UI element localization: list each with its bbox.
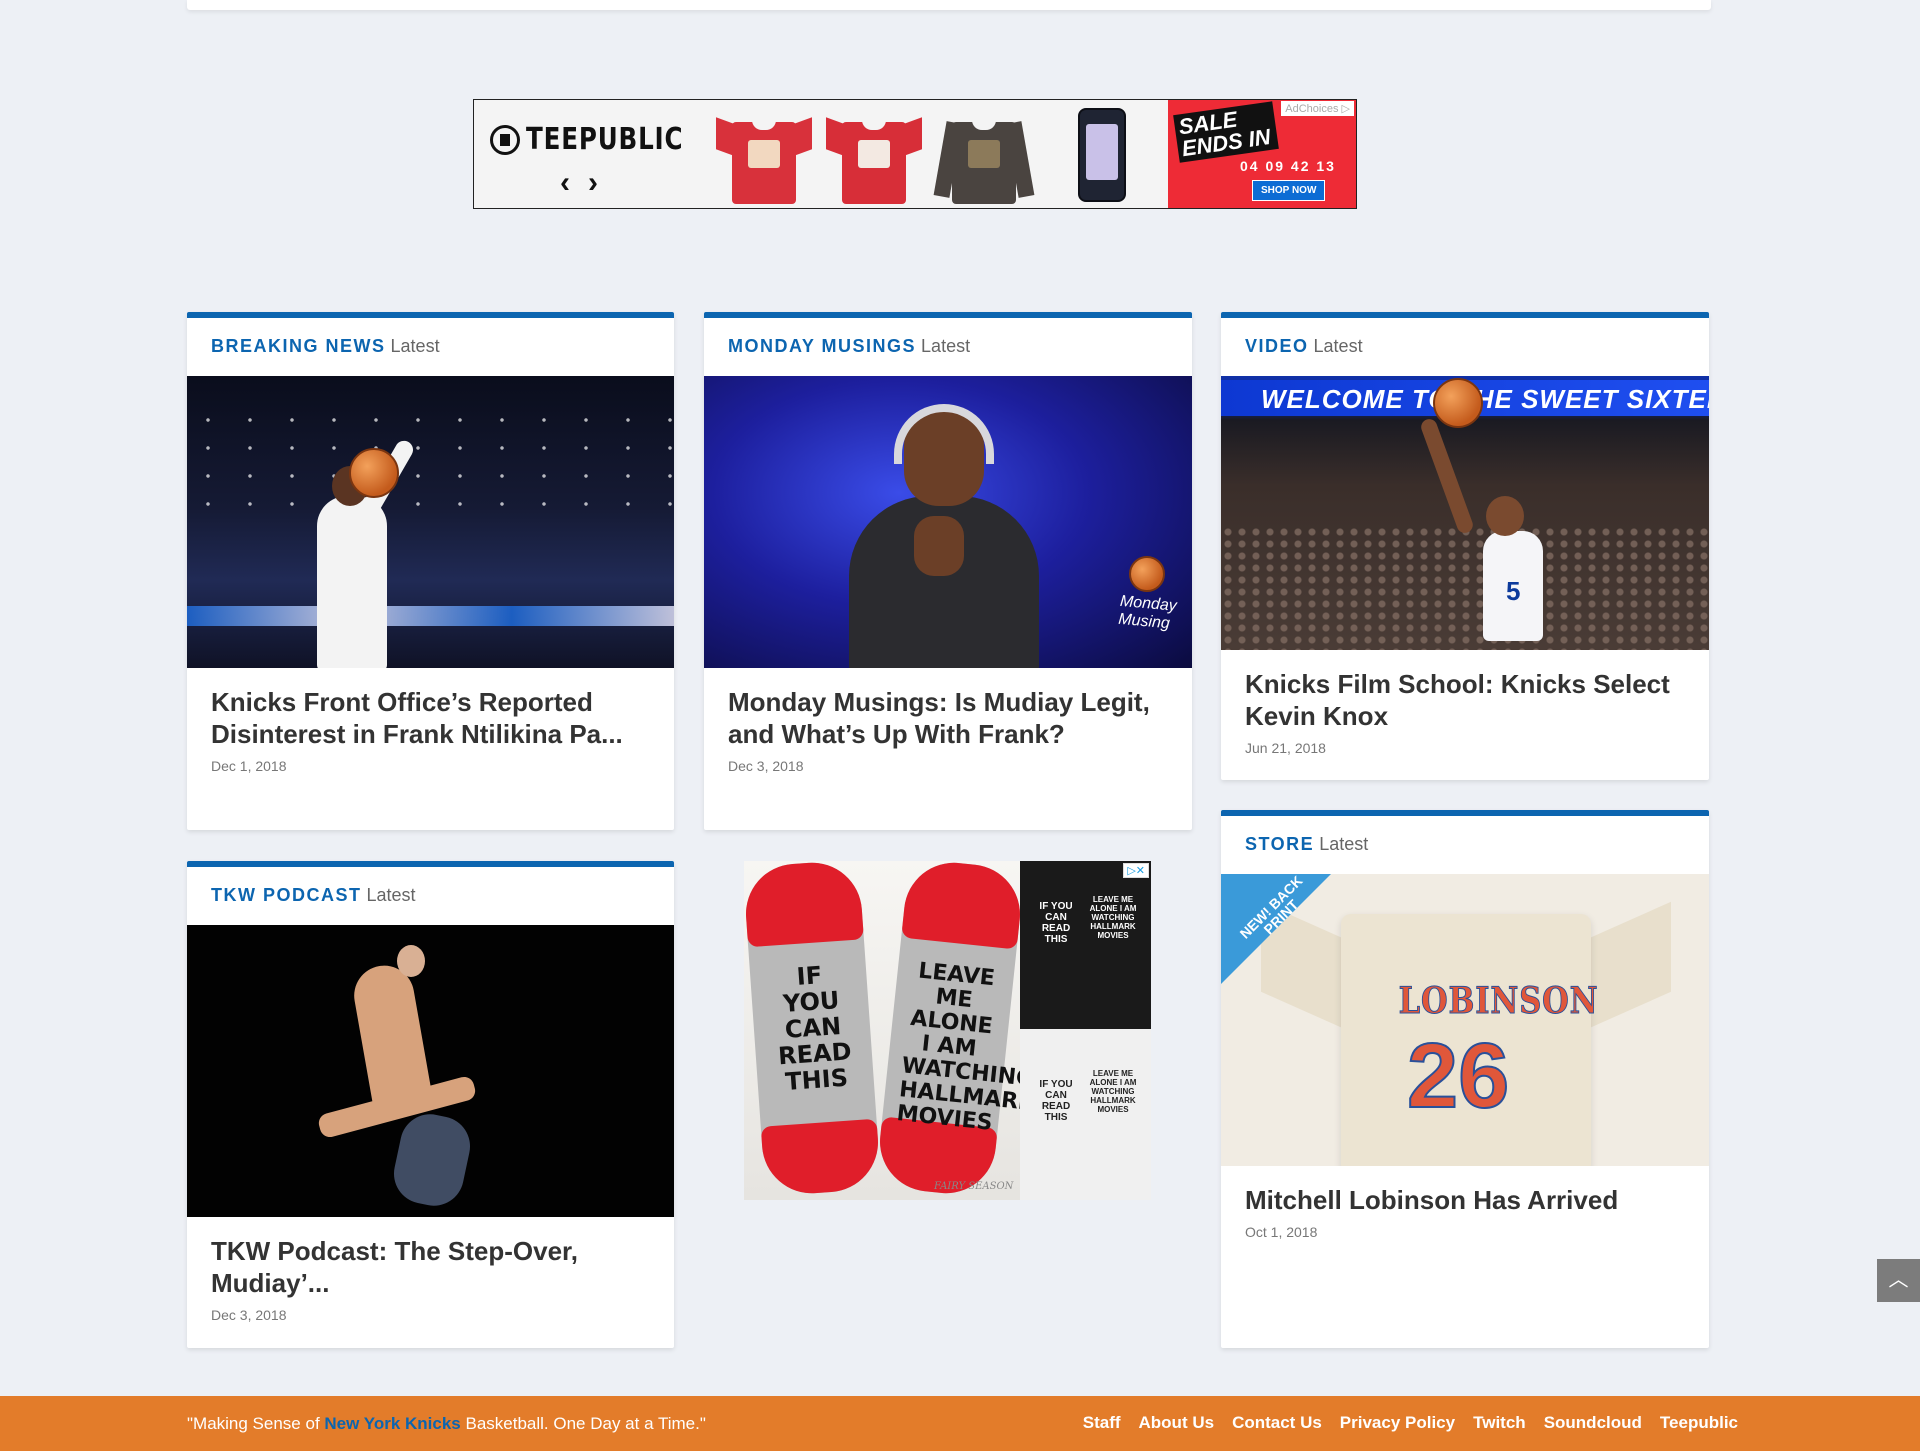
mini-sock-right-text-2: LEAVE ME ALONE I AM WATCHING HALLMARK MO… bbox=[1089, 1069, 1137, 1114]
card-date: Dec 3, 2018 bbox=[728, 758, 804, 774]
card-header: VIDEO Latest bbox=[1221, 318, 1709, 376]
store-card[interactable]: STORE Latest LOBINSON 26 NEW! BACK PRINT… bbox=[1221, 810, 1709, 1348]
sock-right-text: LEAVE ME ALONE I AM WATCHING HALLMARK MO… bbox=[895, 958, 1037, 1136]
teepublic-brand-text: TEEPUBLIC bbox=[526, 122, 684, 157]
card-category[interactable]: BREAKING NEWS bbox=[211, 336, 386, 356]
card-category[interactable]: MONDAY MUSINGS bbox=[728, 336, 916, 356]
breaking-news-card[interactable]: BREAKING NEWS Latest Knicks Front Office… bbox=[187, 312, 674, 830]
store-image[interactable]: LOBINSON 26 NEW! BACK PRINT bbox=[1221, 874, 1709, 1166]
sock-thumb-dark: IF YOU CAN READ THIS LEAVE ME ALONE I AM… bbox=[1020, 861, 1151, 1029]
card-title[interactable]: TKW Podcast: The Step-Over, Mudiay’... bbox=[187, 1217, 674, 1299]
video-image[interactable]: WELCOME TO THE SWEET SIXTEEN 5 bbox=[1221, 376, 1709, 650]
sock-display-ad[interactable]: IF YOU CAN READ THIS LEAVE ME ALONE I AM… bbox=[744, 861, 1151, 1200]
product-red-tshirt-2[interactable] bbox=[824, 110, 924, 205]
basketball-icon bbox=[1433, 378, 1483, 428]
card-title[interactable]: Knicks Front Office’s Reported Disintere… bbox=[187, 668, 674, 750]
card-category[interactable]: VIDEO bbox=[1245, 336, 1309, 356]
footer-link-staff[interactable]: Staff bbox=[1083, 1413, 1121, 1433]
tshirt-name: LOBINSON bbox=[1398, 980, 1599, 1023]
chevron-up-icon: ︿ bbox=[1888, 1269, 1909, 1291]
footer-link-about-us[interactable]: About Us bbox=[1139, 1413, 1215, 1433]
product-red-tshirt-1[interactable] bbox=[714, 110, 814, 205]
card-category[interactable]: TKW PODCAST bbox=[211, 885, 362, 905]
mini-sock-left-text: IF YOU CAN READ THIS bbox=[1039, 901, 1073, 945]
sale-countdown: 04 09 42 13 bbox=[1240, 158, 1336, 174]
sock-thumb-light: IF YOU CAN READ THIS LEAVE ME ALONE I AM… bbox=[1020, 1029, 1151, 1200]
basketball-icon bbox=[1129, 556, 1165, 592]
product-phone-case[interactable] bbox=[1078, 108, 1126, 202]
footer-nav: Staff About Us Contact Us Privacy Policy… bbox=[1083, 1413, 1738, 1433]
mini-sock-left-text-2: IF YOU CAN READ THIS bbox=[1039, 1079, 1073, 1123]
footer-knicks-link[interactable]: New York Knicks bbox=[324, 1414, 460, 1433]
card-title[interactable]: Knicks Film School: Knicks Select Kevin … bbox=[1221, 650, 1709, 732]
product-longsleeve-shirt[interactable] bbox=[933, 110, 1035, 205]
card-header: STORE Latest bbox=[1221, 816, 1709, 874]
mini-sock-right-text: LEAVE ME ALONE I AM WATCHING HALLMARK MO… bbox=[1089, 895, 1137, 940]
tkw-podcast-card[interactable]: TKW PODCAST Latest TKW Podcast: The Step… bbox=[187, 861, 674, 1348]
footer-link-soundcloud[interactable]: Soundcloud bbox=[1544, 1413, 1642, 1433]
back-to-top-button[interactable]: ︿ bbox=[1877, 1259, 1920, 1302]
tkw-podcast-image[interactable] bbox=[187, 925, 674, 1217]
teepublic-banner-ad[interactable]: TEEPUBLIC ‹ › SALE ENDS IN 04 09 42 13 S… bbox=[473, 99, 1357, 209]
footer-tagline-pre: "Making Sense of bbox=[187, 1414, 325, 1433]
adchoices-label[interactable]: AdChoices ▷ bbox=[1281, 101, 1354, 116]
jersey-number: 5 bbox=[1506, 576, 1521, 606]
card-title[interactable]: Monday Musings: Is Mudiay Legit, and Wha… bbox=[704, 668, 1192, 750]
breaking-news-image[interactable] bbox=[187, 376, 674, 668]
card-latest-label: Latest bbox=[1319, 834, 1369, 854]
card-title[interactable]: Mitchell Lobinson Has Arrived bbox=[1221, 1166, 1709, 1216]
card-header: MONDAY MUSINGS Latest bbox=[704, 318, 1192, 376]
basketball-icon bbox=[349, 448, 399, 498]
card-header: BREAKING NEWS Latest bbox=[187, 318, 674, 376]
chevron-left-icon[interactable]: ‹ bbox=[560, 166, 570, 200]
monday-musings-image[interactable]: Monday Musing bbox=[704, 376, 1192, 668]
video-card[interactable]: VIDEO Latest WELCOME TO THE SWEET SIXTEE… bbox=[1221, 312, 1709, 780]
card-latest-label: Latest bbox=[1313, 336, 1363, 356]
teepublic-logo[interactable]: TEEPUBLIC bbox=[490, 122, 718, 157]
shop-now-button[interactable]: SHOP NOW bbox=[1252, 180, 1326, 201]
teepublic-logo-icon bbox=[490, 124, 520, 155]
card-date: Jun 21, 2018 bbox=[1245, 740, 1326, 756]
card-category[interactable]: STORE bbox=[1245, 834, 1314, 854]
footer-tagline: "Making Sense of New York Knicks Basketb… bbox=[187, 1414, 706, 1434]
sock-left-text: IF YOU CAN READ THIS bbox=[777, 961, 853, 1096]
card-latest-label: Latest bbox=[390, 336, 440, 356]
card-date: Dec 1, 2018 bbox=[211, 758, 287, 774]
monday-musings-card[interactable]: MONDAY MUSINGS Latest Monday Musing Mond… bbox=[704, 312, 1192, 830]
footer-link-twitch[interactable]: Twitch bbox=[1473, 1413, 1526, 1433]
card-date: Dec 3, 2018 bbox=[211, 1307, 287, 1323]
sale-title: SALE ENDS IN bbox=[1173, 101, 1279, 163]
card-header: TKW PODCAST Latest bbox=[187, 867, 674, 925]
card-latest-label: Latest bbox=[921, 336, 971, 356]
previous-section-card bbox=[187, 0, 1711, 10]
sale-countdown-panel[interactable]: SALE ENDS IN 04 09 42 13 SHOP NOW AdChoi… bbox=[1168, 100, 1356, 208]
chevron-right-icon[interactable]: › bbox=[588, 166, 598, 200]
sock-left: IF YOU CAN READ THIS bbox=[744, 861, 882, 1197]
footer-link-teepublic[interactable]: Teepublic bbox=[1660, 1413, 1738, 1433]
site-footer: "Making Sense of New York Knicks Basketb… bbox=[0, 1396, 1920, 1451]
footer-tagline-post: Basketball. One Day at a Time." bbox=[460, 1414, 706, 1433]
monday-musing-logo: Monday Musing bbox=[1117, 592, 1178, 633]
card-latest-label: Latest bbox=[366, 885, 416, 905]
footer-link-contact-us[interactable]: Contact Us bbox=[1232, 1413, 1322, 1433]
ad-watermark: FAIRY SEASON bbox=[934, 1181, 1014, 1192]
adchoices-close-icon[interactable]: ▷✕ bbox=[1123, 863, 1149, 878]
headphones-icon bbox=[894, 404, 994, 464]
banner-carousel-controls: ‹ › bbox=[560, 166, 598, 200]
tshirt-number: 26 bbox=[1406, 1024, 1510, 1128]
footer-link-privacy-policy[interactable]: Privacy Policy bbox=[1340, 1413, 1455, 1433]
card-date: Oct 1, 2018 bbox=[1245, 1224, 1318, 1240]
